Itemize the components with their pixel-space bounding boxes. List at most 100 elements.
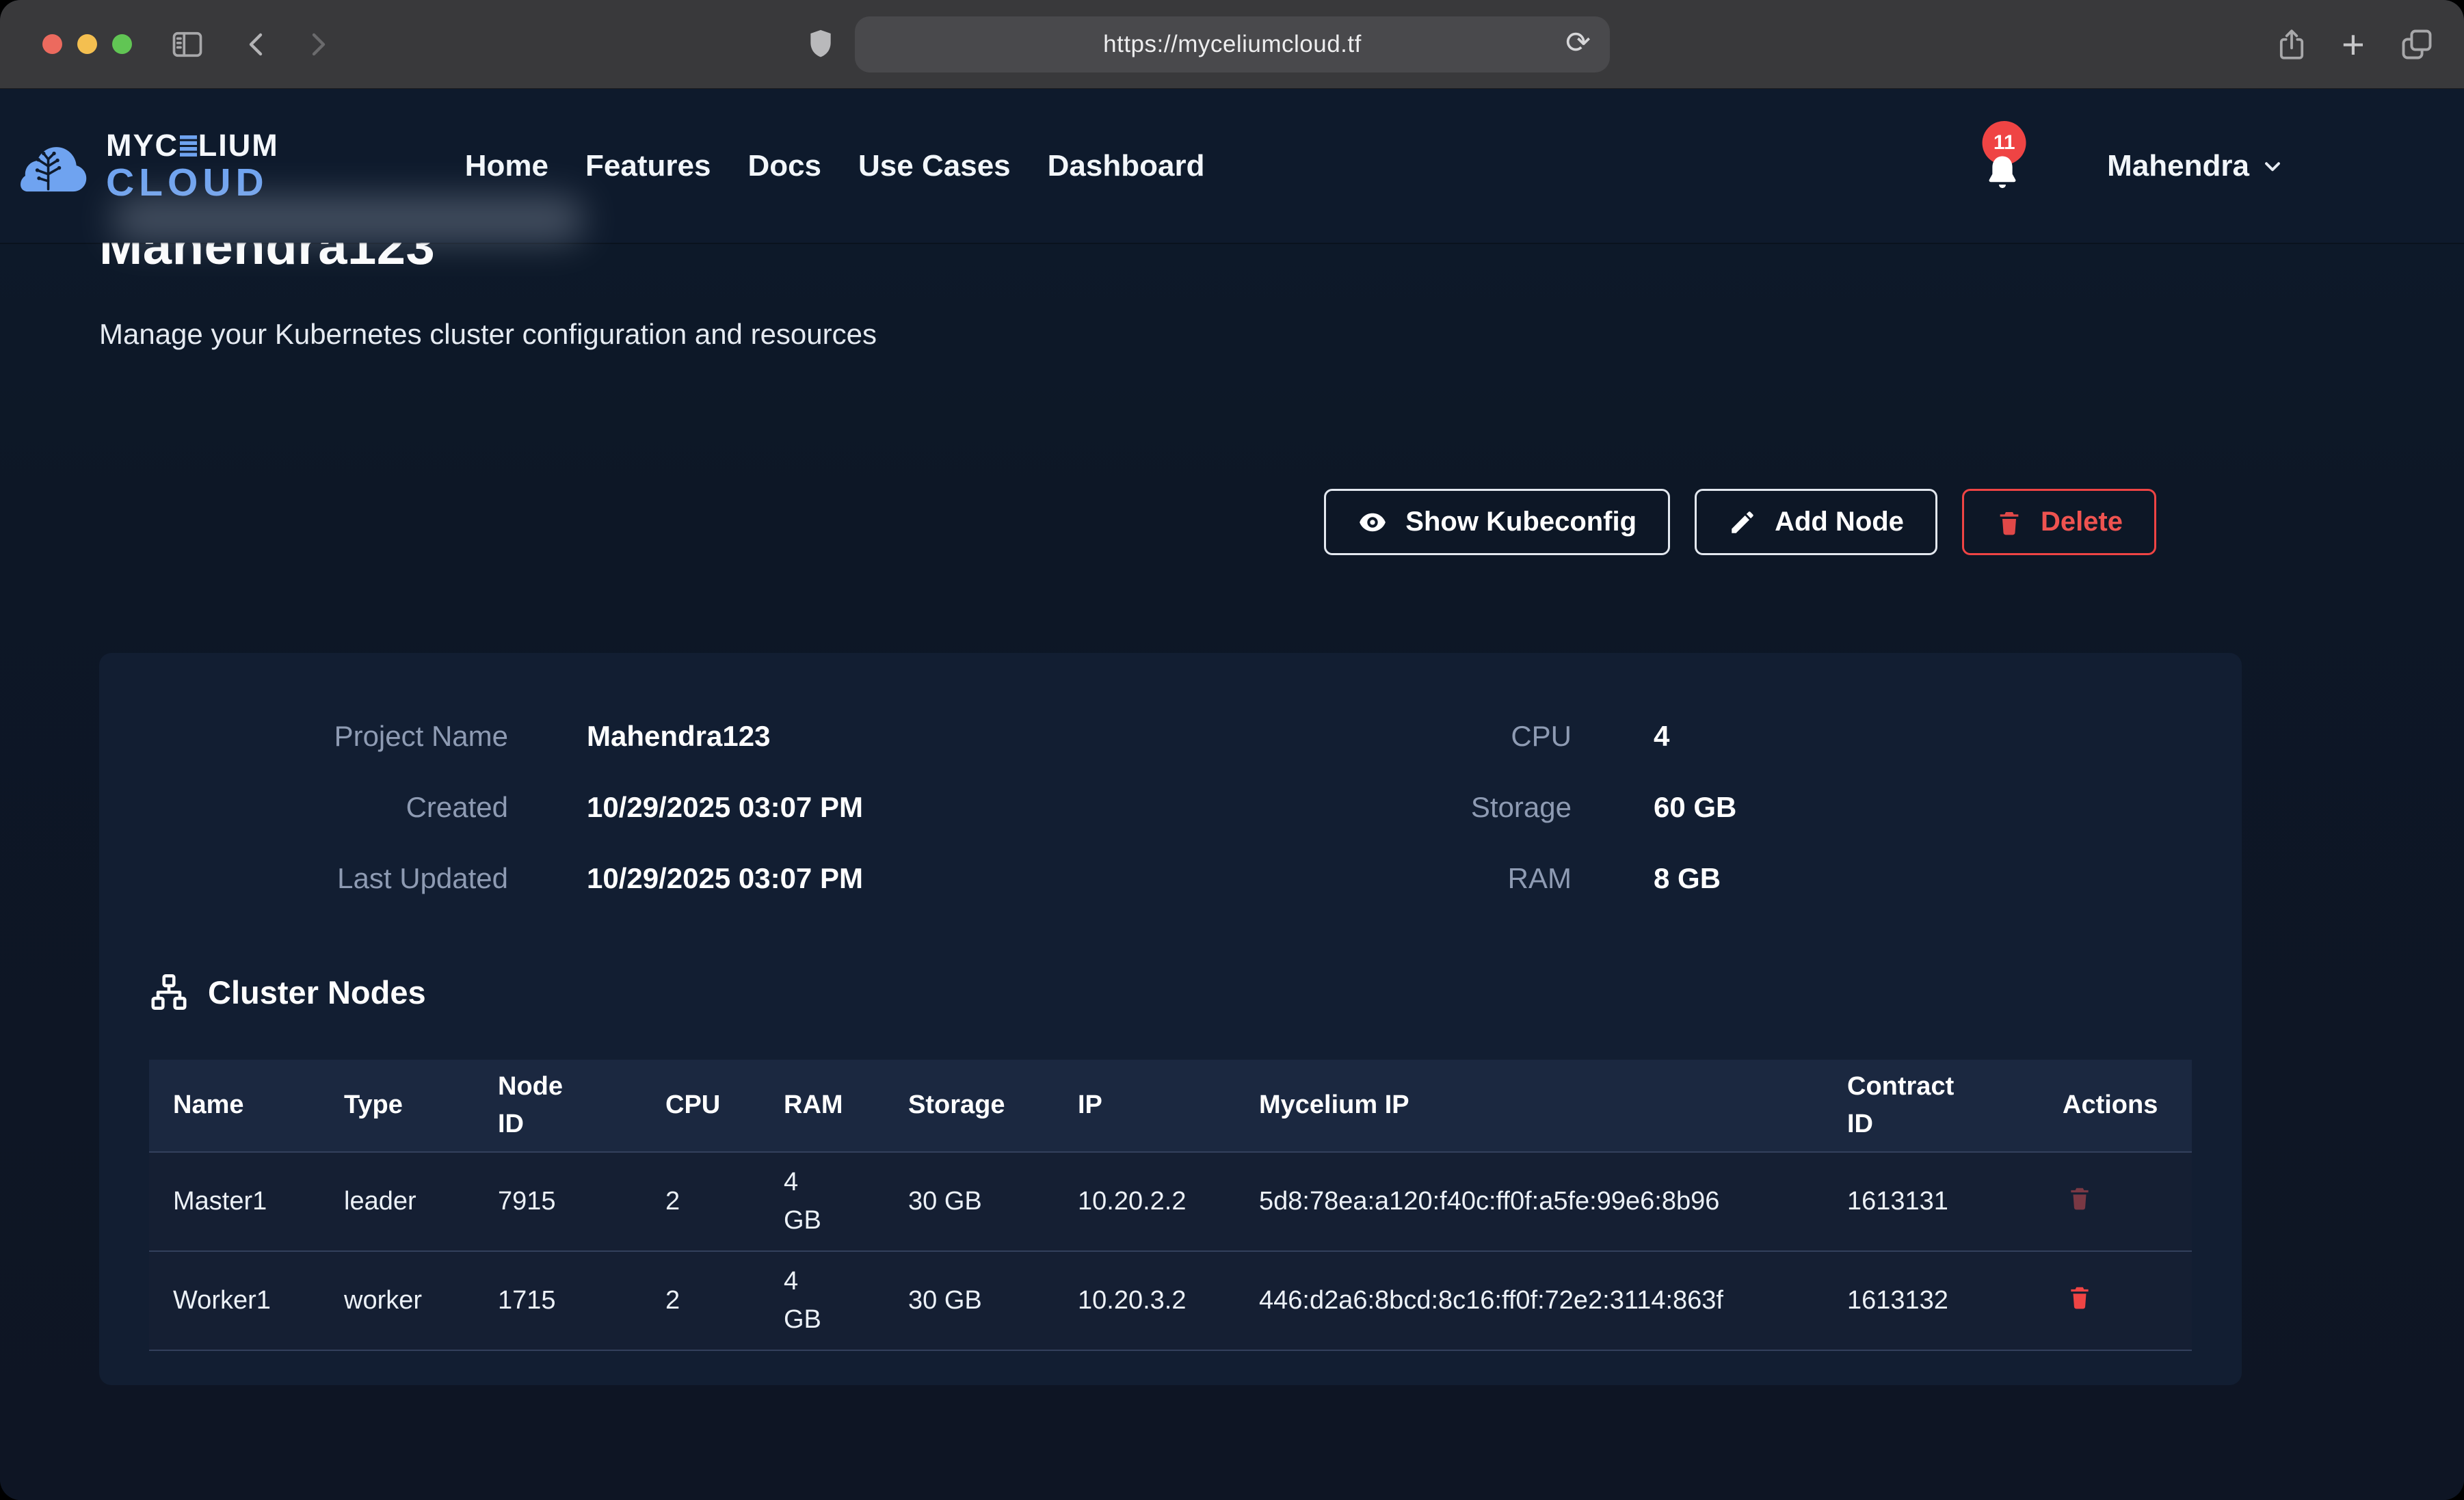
node-name: Worker1 bbox=[149, 1251, 320, 1350]
add-node-button[interactable]: Add Node bbox=[1695, 489, 1937, 555]
show-kubeconfig-button[interactable]: Show Kubeconfig bbox=[1324, 489, 1670, 555]
cloud-logo-icon bbox=[17, 133, 91, 199]
node-id: 7915 bbox=[474, 1152, 641, 1251]
detail-label: RAM bbox=[1216, 843, 1572, 914]
detail-label: Project Name bbox=[149, 701, 508, 772]
main-content: Mahendra123 Manage your Kubernetes clust… bbox=[0, 243, 2464, 1385]
node-mycelium-ip: 5d8:78ea:a120:f40c:ff0f:a5fe:99e6:8b96 bbox=[1235, 1152, 1823, 1251]
cluster-nodes-section-head: Cluster Nodes bbox=[149, 972, 2192, 1012]
zoom-window-button[interactable] bbox=[112, 34, 132, 54]
col-header-ip: IP bbox=[1054, 1060, 1235, 1152]
col-header-type: Type bbox=[320, 1060, 474, 1152]
reload-icon[interactable]: ⟳ bbox=[1565, 28, 1591, 58]
url-text: https://myceliumcloud.tf bbox=[1103, 31, 1362, 58]
node-actions bbox=[2039, 1251, 2192, 1350]
storage-value: 60 GB bbox=[1572, 772, 2192, 843]
cluster-card: Project Name Mahendra123 CPU 4 Created 1… bbox=[99, 653, 2242, 1385]
detail-label: CPU bbox=[1216, 701, 1572, 772]
node-ip: 10.20.2.2 bbox=[1054, 1152, 1235, 1251]
mycelium-cloud-logo[interactable]: MYCLIUM CLOUD bbox=[17, 130, 279, 202]
browser-window: https://myceliumcloud.tf ⟳ + bbox=[0, 0, 2464, 1500]
cluster-actions: Show Kubeconfig Add Node Delete bbox=[99, 489, 2156, 555]
minimize-window-button[interactable] bbox=[77, 34, 97, 54]
node-id: 1715 bbox=[474, 1251, 641, 1350]
ram-value: 8 GB bbox=[1572, 843, 2192, 914]
node-contract-id: 1613132 bbox=[1823, 1251, 2039, 1350]
nav-docs[interactable]: Docs bbox=[747, 149, 821, 183]
user-menu[interactable]: Mahendra bbox=[2107, 149, 2285, 183]
project-name-value: Mahendra123 bbox=[508, 701, 1216, 772]
col-header-actions: Actions bbox=[2039, 1060, 2192, 1152]
nav-features[interactable]: Features bbox=[585, 149, 711, 183]
eye-icon bbox=[1357, 507, 1388, 537]
col-header-cpu: CPU bbox=[641, 1060, 760, 1152]
col-header-mycelium-ip: Mycelium IP bbox=[1235, 1060, 1823, 1152]
tab-overview-icon[interactable] bbox=[2399, 0, 2435, 89]
chevron-down-icon bbox=[2260, 154, 2285, 178]
node-ip: 10.20.3.2 bbox=[1054, 1251, 1235, 1350]
bell-icon bbox=[1983, 152, 2022, 193]
delete-cluster-button[interactable]: Delete bbox=[1962, 489, 2156, 555]
node-ram: 4 GB bbox=[760, 1152, 884, 1251]
browser-toolbar: https://myceliumcloud.tf ⟳ + bbox=[0, 0, 2464, 89]
node-mycelium-ip: 446:d2a6:8bcd:8c16:ff0f:72e2:3114:863f bbox=[1235, 1251, 1823, 1350]
col-header-ram: RAM bbox=[760, 1060, 884, 1152]
nodes-table: Name Type Node ID CPU RAM Storage IP Myc… bbox=[149, 1060, 2192, 1351]
node-contract-id: 1613131 bbox=[1823, 1152, 2039, 1251]
detail-label: Last Updated bbox=[149, 843, 508, 914]
node-actions bbox=[2039, 1152, 2192, 1251]
trash-icon bbox=[2067, 1283, 2093, 1311]
col-header-storage: Storage bbox=[884, 1060, 1054, 1152]
detail-label: Created bbox=[149, 772, 508, 843]
logo-line-cloud: CLOUD bbox=[106, 163, 279, 202]
new-tab-icon[interactable]: + bbox=[2342, 0, 2365, 89]
delete-node-button[interactable] bbox=[2063, 1180, 2097, 1216]
cluster-details: Project Name Mahendra123 CPU 4 Created 1… bbox=[149, 701, 2192, 914]
privacy-shield-icon[interactable] bbox=[806, 0, 836, 89]
node-type: leader bbox=[320, 1152, 474, 1251]
logo-wordmark: MYCLIUM CLOUD bbox=[106, 130, 279, 202]
table-row: Worker1 worker 1715 2 4 GB 30 GB 10.20.3… bbox=[149, 1251, 2192, 1350]
created-value: 10/29/2025 03:07 PM bbox=[508, 772, 1216, 843]
last-updated-value: 10/29/2025 03:07 PM bbox=[508, 843, 1216, 914]
address-bar[interactable]: https://myceliumcloud.tf ⟳ bbox=[855, 16, 1610, 72]
detail-label: Storage bbox=[1216, 772, 1572, 843]
col-header-node-id: Node ID bbox=[474, 1060, 641, 1152]
close-window-button[interactable] bbox=[42, 34, 62, 54]
user-name: Mahendra bbox=[2107, 149, 2249, 183]
node-storage: 30 GB bbox=[884, 1152, 1054, 1251]
node-type: worker bbox=[320, 1251, 474, 1350]
node-ram: 4 GB bbox=[760, 1251, 884, 1350]
logo-line-mycelium: MYCLIUM bbox=[106, 130, 279, 161]
section-title: Cluster Nodes bbox=[208, 974, 426, 1011]
share-icon[interactable] bbox=[2275, 0, 2309, 89]
delete-node-button[interactable] bbox=[2063, 1279, 2097, 1315]
page-title-clip: Mahendra123 bbox=[99, 243, 2242, 282]
notifications-bell[interactable]: 11 bbox=[1980, 139, 2025, 193]
pencil-icon bbox=[1728, 508, 1757, 537]
node-cpu: 2 bbox=[641, 1152, 760, 1251]
sidebar-toggle-icon[interactable] bbox=[170, 0, 205, 89]
nav-home[interactable]: Home bbox=[465, 149, 548, 183]
node-cpu: 2 bbox=[641, 1251, 760, 1350]
cluster-nodes-icon bbox=[149, 972, 189, 1012]
traffic-lights bbox=[42, 34, 132, 54]
table-row: Master1 leader 7915 2 4 GB 30 GB 10.20.2… bbox=[149, 1152, 2192, 1251]
node-name: Master1 bbox=[149, 1152, 320, 1251]
striped-e-glyph bbox=[180, 135, 197, 157]
page-title: Mahendra123 bbox=[99, 243, 2242, 278]
node-storage: 30 GB bbox=[884, 1251, 1054, 1350]
page-subtitle: Manage your Kubernetes cluster configura… bbox=[99, 318, 2242, 351]
nav-dashboard[interactable]: Dashboard bbox=[1048, 149, 1205, 183]
page-viewport: MYCLIUM CLOUD Home Features Docs Use Cas… bbox=[0, 89, 2464, 1500]
main-nav: Home Features Docs Use Cases Dashboard bbox=[465, 149, 1205, 183]
table-header-row: Name Type Node ID CPU RAM Storage IP Myc… bbox=[149, 1060, 2192, 1152]
trash-icon bbox=[2067, 1184, 2093, 1211]
back-icon[interactable] bbox=[241, 0, 274, 89]
trash-icon bbox=[1996, 508, 2023, 537]
forward-icon[interactable] bbox=[301, 0, 334, 89]
col-header-contract-id: Contract ID bbox=[1823, 1060, 2039, 1152]
site-header: MYCLIUM CLOUD Home Features Docs Use Cas… bbox=[0, 89, 2464, 243]
nav-use-cases[interactable]: Use Cases bbox=[858, 149, 1011, 183]
cpu-value: 4 bbox=[1572, 701, 2192, 772]
